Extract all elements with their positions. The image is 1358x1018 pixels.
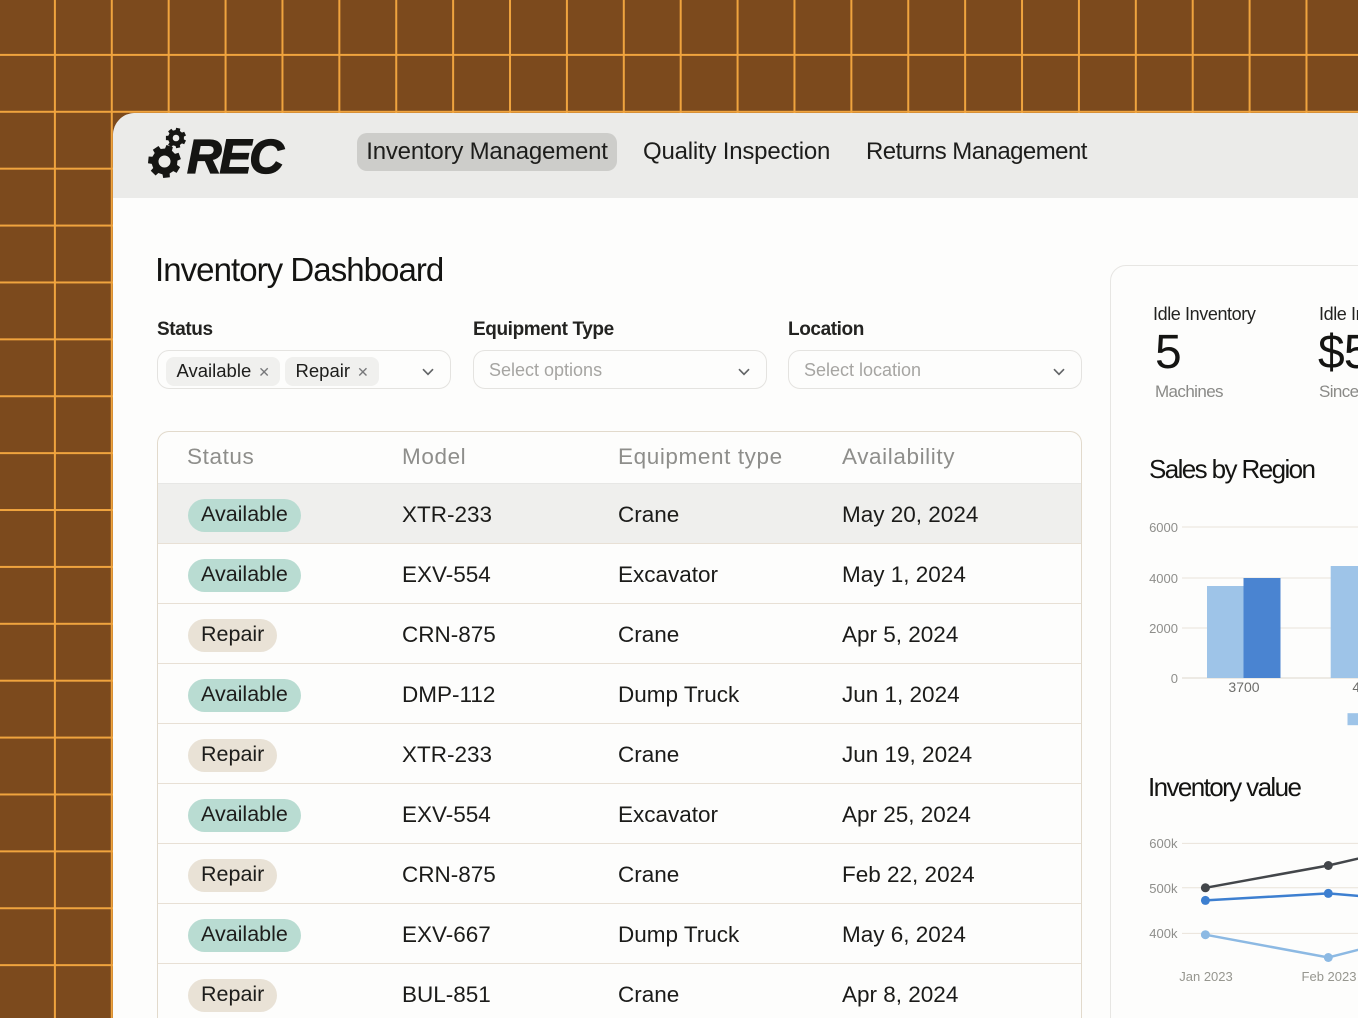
svg-text:2000: 2000 [1149,621,1178,636]
svg-text:6000: 6000 [1149,520,1178,535]
svg-text:400k: 400k [1149,926,1178,941]
svg-text:Jan 2023: Jan 2023 [1179,969,1233,984]
svg-text:4450: 4450 [1352,679,1358,695]
svg-text:0: 0 [1171,671,1178,686]
svg-text:4000: 4000 [1149,571,1178,586]
svg-text:Feb 2023: Feb 2023 [1302,969,1357,984]
svg-text:3700: 3700 [1228,679,1259,695]
svg-text:600k: 600k [1149,836,1178,851]
svg-text:500k: 500k [1149,881,1178,896]
